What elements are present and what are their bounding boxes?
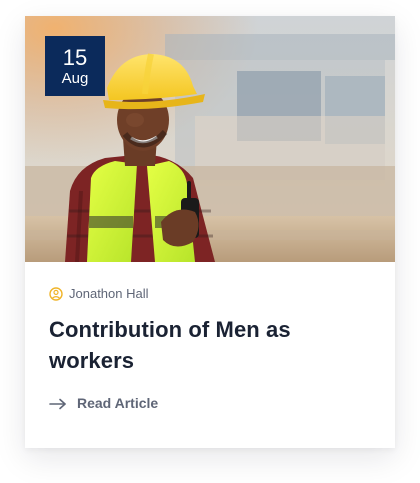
article-image[interactable]: 15 Aug <box>25 16 395 262</box>
date-day: 15 <box>62 45 88 70</box>
read-article-label: Read Article <box>77 395 159 411</box>
article-title[interactable]: Contribution of Men as workers <box>49 314 294 376</box>
read-article-link[interactable]: Read Article <box>49 394 158 412</box>
author-row: Jonathon Hall <box>49 286 371 302</box>
date-badge: 15 Aug <box>45 36 105 96</box>
article-content: Jonathon Hall Contribution of Men as wor… <box>49 286 371 411</box>
arrow-right-icon <box>49 397 67 410</box>
user-circle-icon <box>49 287 63 301</box>
date-month: Aug <box>61 70 89 87</box>
author-name[interactable]: Jonathon Hall <box>69 286 149 302</box>
article-card: 15 Aug Jonathon Hall Contribution of Men… <box>25 16 395 448</box>
